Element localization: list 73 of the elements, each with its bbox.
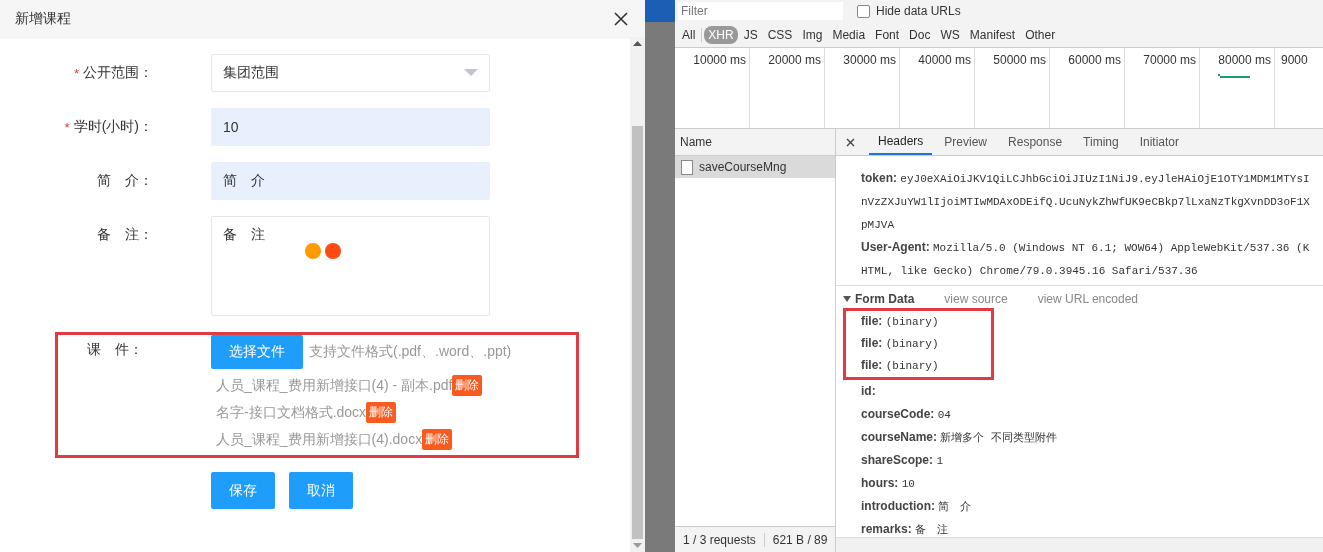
- view-link[interactable]: view source: [944, 292, 1008, 306]
- scrollbar[interactable]: [630, 37, 645, 552]
- file-name: 人员_课程_费用新增接口(4) - 副本.pdf: [216, 376, 453, 395]
- scroll-down-icon[interactable]: [633, 543, 642, 548]
- request-bar-drawing: [1218, 74, 1250, 78]
- caret-icon: [464, 69, 478, 77]
- form-data-line: id:: [860, 383, 877, 400]
- type-filter-tab[interactable]: Font: [871, 25, 904, 44]
- type-filter-tab[interactable]: Manifest: [965, 25, 1020, 44]
- checkbox-label: Hide data URLs: [876, 4, 961, 18]
- textarea-field[interactable]: 备 注: [211, 216, 490, 316]
- close-icon[interactable]: [614, 11, 628, 26]
- required-mark: *: [64, 119, 70, 135]
- input-field[interactable]: 简 介: [211, 162, 490, 200]
- tick-label: 40000 ms: [918, 53, 971, 67]
- tick-label: 9000: [1281, 53, 1308, 67]
- close-icon[interactable]: [846, 137, 855, 147]
- input-field[interactable]: 10: [211, 108, 490, 146]
- tick-label: 10000 ms: [693, 53, 746, 67]
- required-mark: *: [73, 65, 79, 81]
- field-label: 课 件：: [87, 341, 143, 359]
- file-name: 人员_课程_费用新增接口(4).docx: [216, 430, 423, 449]
- scroll-up-icon[interactable]: [633, 41, 642, 46]
- view-link[interactable]: view URL encoded: [1037, 292, 1138, 306]
- tick-label: 80000 ms: [1218, 53, 1271, 67]
- document-icon: [681, 159, 693, 175]
- type-filter-tab[interactable]: Media: [828, 25, 870, 44]
- type-filter-tab[interactable]: JS: [739, 25, 762, 44]
- form-data-line: remarks: 备 注: [860, 521, 950, 537]
- field-label: 备 注：: [97, 226, 153, 244]
- form-data-line: courseName: 新增多个 不同类型附件: [860, 429, 1058, 446]
- type-filter-tab[interactable]: All: [678, 25, 700, 44]
- tick-label: 20000 ms: [768, 53, 821, 67]
- detail-tab[interactable]: Headers: [869, 129, 933, 155]
- type-filter-tab[interactable]: WS: [936, 25, 964, 44]
- form-data-line: file: (binary): [861, 357, 940, 374]
- field-label: 公开范围：: [83, 64, 153, 82]
- section-title: Form Data: [855, 292, 915, 306]
- checkbox[interactable]: [857, 4, 870, 18]
- detail-tab[interactable]: Timing: [1074, 129, 1128, 155]
- status-text: 1 / 3 requests: [675, 532, 765, 547]
- form-data-line: file: (binary): [861, 335, 940, 352]
- file-format-hint: 支持文件格式(.pdf、.word、.ppt): [309, 343, 512, 361]
- detail-tab[interactable]: Response: [999, 129, 1072, 155]
- detail-tab[interactable]: Preview: [935, 129, 997, 155]
- tick-label: 30000 ms: [843, 53, 896, 67]
- dialog-title: 新增课程: [15, 9, 71, 28]
- request-row[interactable]: saveCourseMng: [675, 156, 835, 178]
- scrollbar-thumb[interactable]: [632, 126, 643, 539]
- type-filter-tab[interactable]: Img: [798, 25, 827, 44]
- detail-tab[interactable]: Initiator: [1130, 129, 1188, 155]
- type-filter-tab[interactable]: Other: [1021, 25, 1060, 44]
- tick-label: 50000 ms: [993, 53, 1046, 67]
- type-filter-tab[interactable]: CSS: [763, 25, 797, 44]
- form-data-line: courseCode: 04: [860, 406, 952, 423]
- form-data-line: hours: 10: [860, 475, 916, 492]
- header-line: User-Agent: Mozilla/5.0 (Windows NT 6.1; WOW64) AppleWebKit/537.36 (KHTML, like Gecko) Chrome/79.0.3945.16 Safari/537.36: [861, 239, 1311, 279]
- header-line: token: eyJ0eXAiOiJKV1QiLCJhbGciOiJIUzI1NiJ9.eyJleHAiOjE1OTY1MDM1MTYsInVzZXJuYW1lIjoiMTIwMDAxODEifQ.UcuNykZhWfUK9eCBkp7lLxaNzTkgXvnDD3oF1XpMJVA: [861, 170, 1311, 233]
- file-name: 名字-接口文档格式.docx: [216, 403, 367, 422]
- column-header: Name: [675, 129, 835, 156]
- tick-label: 60000 ms: [1068, 53, 1121, 67]
- scrollbar[interactable]: [836, 537, 1323, 552]
- tick-label: 70000 ms: [1143, 53, 1196, 67]
- expanded-triangle-icon[interactable]: [843, 296, 851, 302]
- form-data-line: introduction: 简 介: [860, 498, 973, 515]
- field-label: 学时(小时)：: [73, 118, 153, 136]
- filter-field[interactable]: Filter: [678, 2, 843, 20]
- loading-dots-icon: [304, 242, 344, 260]
- form-data-line: file: (binary): [861, 313, 940, 330]
- form-data-line: shareScope: 1: [860, 452, 944, 469]
- select-field[interactable]: 集团范围: [211, 54, 490, 92]
- field-label: 简 介：: [97, 172, 153, 190]
- type-filter-tab[interactable]: Doc: [905, 25, 935, 44]
